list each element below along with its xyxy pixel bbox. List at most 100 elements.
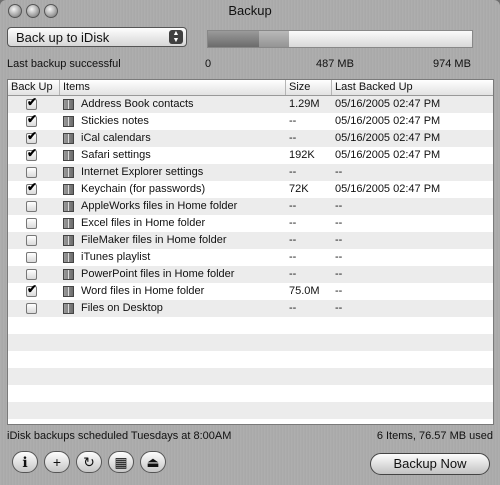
- destination-popup[interactable]: Back up to iDisk ▲ ▼: [7, 27, 187, 47]
- empty-table-row: [8, 351, 493, 368]
- item-name: FileMaker files in Home folder: [81, 234, 227, 246]
- backup-checkbox[interactable]: ✔: [26, 146, 37, 161]
- empty-table-row: [8, 368, 493, 385]
- table-body: ✔ Address Book contacts 1.29M 05/16/2005 02…: [8, 95, 493, 419]
- column-header-last-backed-up[interactable]: Last Backed Up: [332, 80, 493, 95]
- table-row[interactable]: FileMaker files in Home folder -- --: [8, 232, 493, 249]
- item-last-backed-up: --: [335, 234, 343, 246]
- item-size: 72K: [289, 183, 309, 195]
- package-icon: [63, 269, 74, 280]
- item-last-backed-up: --: [335, 200, 343, 212]
- table-row[interactable]: ✔ Stickies notes -- 05/16/2005 02:47 PM: [8, 112, 493, 130]
- item-name: Files on Desktop: [81, 302, 163, 314]
- empty-table-row: [8, 334, 493, 351]
- item-last-backed-up: 05/16/2005 02:47 PM: [335, 149, 441, 161]
- item-name: Address Book contacts: [81, 98, 194, 110]
- table-row[interactable]: ✔ Keychain (for passwords) 72K 05/16/2005 0…: [8, 180, 493, 198]
- empty-table-row: [8, 402, 493, 419]
- item-name: AppleWorks files in Home folder: [81, 200, 238, 212]
- capacity-meter: [207, 30, 473, 48]
- table-row[interactable]: Excel files in Home folder -- --: [8, 215, 493, 232]
- table-row[interactable]: Internet Explorer settings -- --: [8, 164, 493, 181]
- backup-items-table: Back Up Items Size Last Backed Up ✔ Addre…: [7, 79, 494, 425]
- item-size: --: [289, 234, 297, 246]
- empty-table-row: [8, 385, 493, 402]
- scale-mid: 487 MB: [316, 58, 354, 70]
- backup-checkbox[interactable]: [26, 269, 37, 280]
- item-last-backed-up: --: [335, 302, 343, 314]
- capacity-used-fill: [208, 31, 260, 47]
- table-row[interactable]: Files on Desktop -- --: [8, 300, 493, 317]
- schedule-text: iDisk backups scheduled Tuesdays at 8:00…: [7, 430, 232, 442]
- backup-checkbox[interactable]: [26, 218, 37, 229]
- backup-window: Backup Back up to iDisk ▲ ▼ Last backup s…: [0, 0, 500, 485]
- package-icon: [63, 150, 74, 161]
- item-name: iCal calendars: [81, 132, 151, 144]
- backup-checkbox[interactable]: ✔: [26, 180, 37, 195]
- checkmark-icon: ✔: [27, 95, 38, 109]
- item-size: --: [289, 251, 297, 263]
- summary-text: 6 Items, 76.57 MB used: [376, 430, 493, 442]
- table-row[interactable]: ✔ Address Book contacts 1.29M 05/16/2005 02…: [8, 95, 493, 113]
- scale-min: 0: [205, 58, 212, 70]
- backup-status: Last backup successful: [7, 58, 121, 70]
- backup-checkbox[interactable]: ✔: [26, 129, 37, 144]
- updown-arrows-icon: ▲ ▼: [169, 30, 183, 44]
- column-header-backup[interactable]: Back Up: [8, 80, 60, 95]
- item-size: 192K: [289, 149, 315, 161]
- backup-checkbox[interactable]: ✔: [26, 282, 37, 297]
- item-last-backed-up: 05/16/2005 02:47 PM: [335, 132, 441, 144]
- item-name: iTunes playlist: [81, 251, 151, 263]
- backup-now-button[interactable]: Backup Now: [370, 453, 490, 475]
- table-row[interactable]: ✔ Safari settings 192K 05/16/2005 02:47 PM: [8, 146, 493, 164]
- column-header-items[interactable]: Items: [60, 80, 286, 95]
- package-icon: [63, 235, 74, 246]
- table-row[interactable]: AppleWorks files in Home folder -- --: [8, 198, 493, 215]
- package-icon: [63, 167, 74, 178]
- eject-button[interactable]: ⏏: [140, 451, 166, 473]
- item-last-backed-up: --: [335, 217, 343, 229]
- backup-checkbox[interactable]: [26, 201, 37, 212]
- title-bar: Backup: [0, 0, 500, 22]
- package-icon: [63, 252, 74, 263]
- add-button[interactable]: +: [44, 451, 70, 473]
- table-row[interactable]: PowerPoint files in Home folder -- --: [8, 266, 493, 283]
- backup-checkbox[interactable]: [26, 167, 37, 178]
- info-button[interactable]: ℹ: [12, 451, 38, 473]
- table-row[interactable]: iTunes playlist -- --: [8, 249, 493, 266]
- package-icon: [63, 201, 74, 212]
- backup-checkbox[interactable]: ✔: [26, 95, 37, 110]
- backup-checkbox[interactable]: [26, 252, 37, 263]
- item-last-backed-up: --: [335, 251, 343, 263]
- item-size: --: [289, 166, 297, 178]
- table-row[interactable]: ✔ Word files in Home folder 75.0M --: [8, 282, 493, 300]
- table-header: Back Up Items Size Last Backed Up: [8, 80, 493, 96]
- backup-checkbox[interactable]: [26, 235, 37, 246]
- item-size: --: [289, 217, 297, 229]
- item-size: --: [289, 302, 297, 314]
- item-size: --: [289, 200, 297, 212]
- package-icon: [63, 99, 74, 110]
- package-icon: [63, 184, 74, 195]
- calendar-button[interactable]: ▦: [108, 451, 134, 473]
- backup-checkbox[interactable]: [26, 303, 37, 314]
- backup-checkbox[interactable]: ✔: [26, 112, 37, 127]
- package-icon: [63, 133, 74, 144]
- item-name: Safari settings: [81, 149, 151, 161]
- item-last-backed-up: --: [335, 285, 343, 297]
- table-row[interactable]: ✔ iCal calendars -- 05/16/2005 02:47 PM: [8, 129, 493, 147]
- scale-max: 974 MB: [433, 58, 471, 70]
- item-size: 75.0M: [289, 285, 320, 297]
- refresh-button[interactable]: ↻: [76, 451, 102, 473]
- checkmark-icon: ✔: [27, 180, 38, 194]
- package-icon: [63, 116, 74, 127]
- destination-label: Back up to iDisk: [16, 30, 110, 45]
- item-last-backed-up: 05/16/2005 02:47 PM: [335, 115, 441, 127]
- item-name: PowerPoint files in Home folder: [81, 268, 235, 280]
- item-size: --: [289, 268, 297, 280]
- item-name: Keychain (for passwords): [81, 183, 206, 195]
- package-icon: [63, 286, 74, 297]
- column-header-size[interactable]: Size: [286, 80, 332, 95]
- item-name: Excel files in Home folder: [81, 217, 206, 229]
- item-last-backed-up: --: [335, 166, 343, 178]
